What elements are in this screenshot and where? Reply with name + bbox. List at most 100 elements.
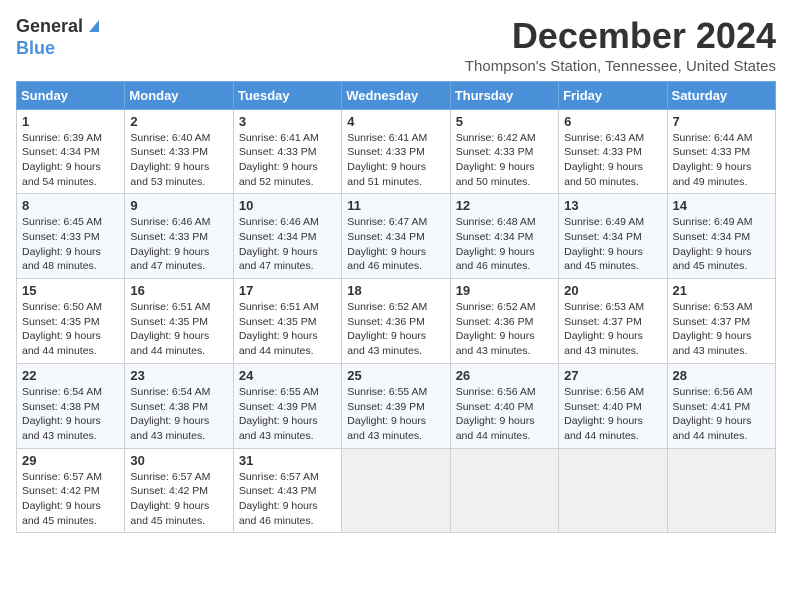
cell-details: Sunrise: 6:43 AMSunset: 4:33 PMDaylight:… — [564, 131, 661, 190]
day-header-tuesday: Tuesday — [233, 81, 341, 109]
calendar-cell — [667, 448, 775, 533]
calendar-table: SundayMondayTuesdayWednesdayThursdayFrid… — [16, 81, 776, 534]
cell-details: Sunrise: 6:53 AMSunset: 4:37 PMDaylight:… — [673, 300, 770, 359]
day-number: 20 — [564, 283, 661, 298]
calendar-cell: 2Sunrise: 6:40 AMSunset: 4:33 PMDaylight… — [125, 109, 233, 194]
calendar-cell: 16 Sunrise: 6:51 AMSunset: 4:35 PMDayligh… — [125, 279, 233, 364]
day-number: 1 — [22, 114, 119, 129]
calendar-cell: 19Sunrise: 6:52 AMSunset: 4:36 PMDayligh… — [450, 279, 558, 364]
cell-details: Sunrise: 6:47 AMSunset: 4:34 PMDaylight:… — [347, 215, 444, 274]
day-number: 12 — [456, 198, 553, 213]
calendar-cell: 25 Sunrise: 6:55 AMSunset: 4:39 PMDayligh… — [342, 363, 450, 448]
day-number: 26 — [456, 368, 553, 383]
cell-details: Sunrise: 6:50 AMSunset: 4:35 PMDaylight:… — [22, 300, 119, 359]
logo: General Blue — [16, 16, 103, 58]
cell-details: Sunrise: 6:39 AMSunset: 4:34 PMDaylight:… — [22, 131, 119, 190]
day-number: 27 — [564, 368, 661, 383]
day-header-wednesday: Wednesday — [342, 81, 450, 109]
cell-details: Sunrise: 6:56 AMSunset: 4:40 PMDaylight:… — [564, 385, 661, 444]
calendar-header-row: SundayMondayTuesdayWednesdayThursdayFrid… — [17, 81, 776, 109]
day-number: 21 — [673, 283, 770, 298]
cell-details: Sunrise: 6:49 AMSunset: 4:34 PMDaylight:… — [564, 215, 661, 274]
calendar-cell: 20 Sunrise: 6:53 AMSunset: 4:37 PMDayligh… — [559, 279, 667, 364]
day-number: 17 — [239, 283, 336, 298]
day-header-saturday: Saturday — [667, 81, 775, 109]
day-number: 19 — [456, 283, 553, 298]
calendar-cell: 8 Sunrise: 6:45 AMSunset: 4:33 PMDaylight… — [17, 194, 125, 279]
calendar-cell: 14Sunrise: 6:49 AMSunset: 4:34 PMDayligh… — [667, 194, 775, 279]
calendar-cell: 15 Sunrise: 6:50 AMSunset: 4:35 PMDayligh… — [17, 279, 125, 364]
day-number: 25 — [347, 368, 444, 383]
day-header-friday: Friday — [559, 81, 667, 109]
logo-general-text: General — [16, 17, 83, 37]
day-number: 15 — [22, 283, 119, 298]
cell-details: Sunrise: 6:55 AMSunset: 4:39 PMDaylight:… — [347, 385, 444, 444]
location-title: Thompson's Station, Tennessee, United St… — [465, 58, 776, 75]
day-number: 7 — [673, 114, 770, 129]
logo-blue-text: Blue — [16, 39, 103, 59]
cell-details: Sunrise: 6:51 AMSunset: 4:35 PMDaylight:… — [130, 300, 227, 359]
day-number: 8 — [22, 198, 119, 213]
cell-details: Sunrise: 6:52 AMSunset: 4:36 PMDaylight:… — [347, 300, 444, 359]
page-container: General Blue December 2024 Thompson's St… — [16, 16, 776, 533]
calendar-week-row: 1 Sunrise: 6:39 AMSunset: 4:34 PMDaylight… — [17, 109, 776, 194]
cell-details: Sunrise: 6:41 AMSunset: 4:33 PMDaylight:… — [347, 131, 444, 190]
calendar-cell — [450, 448, 558, 533]
day-number: 28 — [673, 368, 770, 383]
cell-details: Sunrise: 6:51 AMSunset: 4:35 PMDaylight:… — [239, 300, 336, 359]
calendar-cell: 29Sunrise: 6:57 AMSunset: 4:42 PMDayligh… — [17, 448, 125, 533]
day-number: 16 — [130, 283, 227, 298]
cell-details: Sunrise: 6:46 AMSunset: 4:34 PMDaylight:… — [239, 215, 336, 274]
calendar-week-row: 22Sunrise: 6:54 AMSunset: 4:38 PMDayligh… — [17, 363, 776, 448]
calendar-cell: 21 Sunrise: 6:53 AMSunset: 4:37 PMDayligh… — [667, 279, 775, 364]
cell-details: Sunrise: 6:55 AMSunset: 4:39 PMDaylight:… — [239, 385, 336, 444]
logo-triangle-icon — [85, 16, 103, 34]
cell-details: Sunrise: 6:56 AMSunset: 4:40 PMDaylight:… — [456, 385, 553, 444]
day-number: 3 — [239, 114, 336, 129]
calendar-cell: 27 Sunrise: 6:56 AMSunset: 4:40 PMDayligh… — [559, 363, 667, 448]
calendar-cell: 28 Sunrise: 6:56 AMSunset: 4:41 PMDayligh… — [667, 363, 775, 448]
day-number: 2 — [130, 114, 227, 129]
day-header-sunday: Sunday — [17, 81, 125, 109]
cell-details: Sunrise: 6:46 AMSunset: 4:33 PMDaylight:… — [130, 215, 227, 274]
day-number: 24 — [239, 368, 336, 383]
calendar-cell: 6 Sunrise: 6:43 AMSunset: 4:33 PMDaylight… — [559, 109, 667, 194]
cell-details: Sunrise: 6:54 AMSunset: 4:38 PMDaylight:… — [22, 385, 119, 444]
day-header-thursday: Thursday — [450, 81, 558, 109]
calendar-cell: 4 Sunrise: 6:41 AMSunset: 4:33 PMDaylight… — [342, 109, 450, 194]
day-number: 4 — [347, 114, 444, 129]
calendar-week-row: 29Sunrise: 6:57 AMSunset: 4:42 PMDayligh… — [17, 448, 776, 533]
cell-details: Sunrise: 6:56 AMSunset: 4:41 PMDaylight:… — [673, 385, 770, 444]
cell-details: Sunrise: 6:48 AMSunset: 4:34 PMDaylight:… — [456, 215, 553, 274]
calendar-cell: 22Sunrise: 6:54 AMSunset: 4:38 PMDayligh… — [17, 363, 125, 448]
day-number: 10 — [239, 198, 336, 213]
cell-details: Sunrise: 6:53 AMSunset: 4:37 PMDaylight:… — [564, 300, 661, 359]
calendar-cell: 5Sunrise: 6:42 AMSunset: 4:33 PMDaylight… — [450, 109, 558, 194]
day-number: 5 — [456, 114, 553, 129]
calendar-week-row: 15 Sunrise: 6:50 AMSunset: 4:35 PMDayligh… — [17, 279, 776, 364]
cell-details: Sunrise: 6:49 AMSunset: 4:34 PMDaylight:… — [673, 215, 770, 274]
day-number: 18 — [347, 283, 444, 298]
calendar-cell: 1 Sunrise: 6:39 AMSunset: 4:34 PMDaylight… — [17, 109, 125, 194]
calendar-cell: 23 Sunrise: 6:54 AMSunset: 4:38 PMDayligh… — [125, 363, 233, 448]
cell-details: Sunrise: 6:41 AMSunset: 4:33 PMDaylight:… — [239, 131, 336, 190]
month-title: December 2024 — [465, 16, 776, 56]
day-header-monday: Monday — [125, 81, 233, 109]
calendar-cell — [342, 448, 450, 533]
cell-details: Sunrise: 6:57 AMSunset: 4:43 PMDaylight:… — [239, 470, 336, 529]
cell-details: Sunrise: 6:45 AMSunset: 4:33 PMDaylight:… — [22, 215, 119, 274]
calendar-cell: 31Sunrise: 6:57 AMSunset: 4:43 PMDayligh… — [233, 448, 341, 533]
day-number: 13 — [564, 198, 661, 213]
day-number: 23 — [130, 368, 227, 383]
cell-details: Sunrise: 6:54 AMSunset: 4:38 PMDaylight:… — [130, 385, 227, 444]
calendar-cell: 13 Sunrise: 6:49 AMSunset: 4:34 PMDayligh… — [559, 194, 667, 279]
calendar-week-row: 8 Sunrise: 6:45 AMSunset: 4:33 PMDaylight… — [17, 194, 776, 279]
calendar-cell: 9Sunrise: 6:46 AMSunset: 4:33 PMDaylight… — [125, 194, 233, 279]
calendar-cell: 10 Sunrise: 6:46 AMSunset: 4:34 PMDayligh… — [233, 194, 341, 279]
calendar-cell: 3 Sunrise: 6:41 AMSunset: 4:33 PMDaylight… — [233, 109, 341, 194]
calendar-cell: 18 Sunrise: 6:52 AMSunset: 4:36 PMDayligh… — [342, 279, 450, 364]
calendar-cell — [559, 448, 667, 533]
header: General Blue December 2024 Thompson's St… — [16, 16, 776, 75]
day-number: 6 — [564, 114, 661, 129]
calendar-cell: 12 Sunrise: 6:48 AMSunset: 4:34 PMDayligh… — [450, 194, 558, 279]
